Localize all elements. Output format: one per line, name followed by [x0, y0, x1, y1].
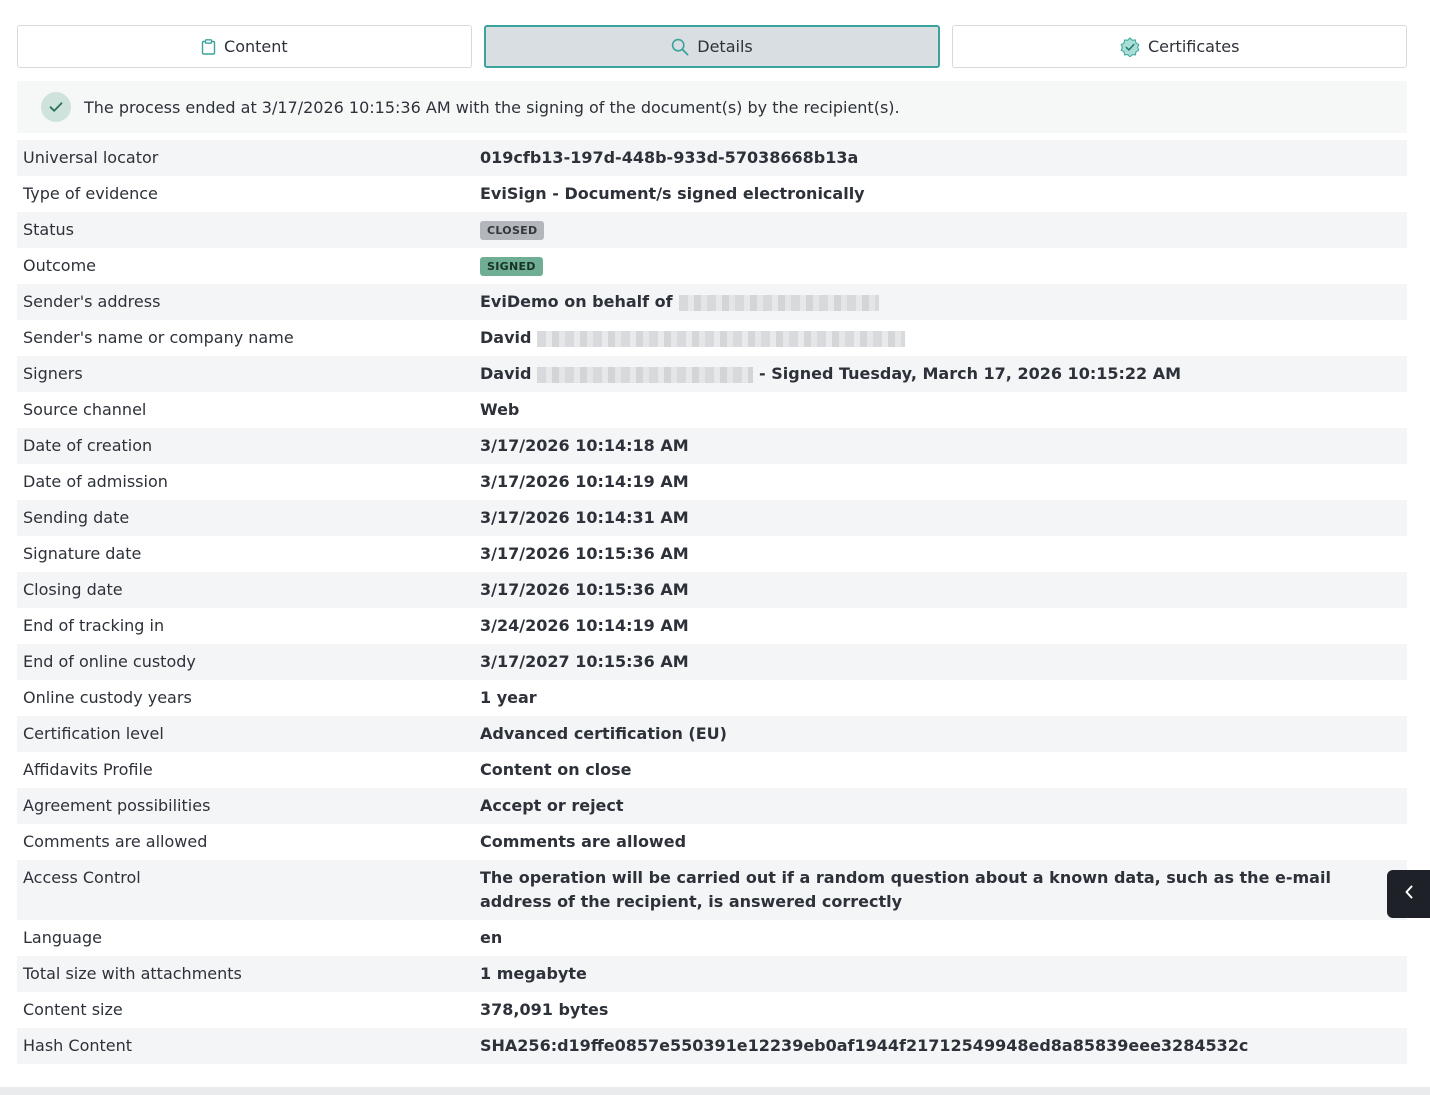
detail-value: en — [480, 928, 503, 947]
detail-label: Hash Content — [23, 1036, 133, 1055]
detail-value: Accept or reject — [480, 796, 624, 815]
detail-label: Universal locator — [23, 148, 159, 167]
detail-label: Sender's name or company name — [23, 328, 294, 347]
detail-label: Access Control — [23, 868, 141, 887]
detail-value: The operation will be carried out if a r… — [480, 868, 1331, 911]
detail-value: Advanced certification (EU) — [480, 724, 727, 743]
detail-label: Content size — [23, 1000, 123, 1019]
detail-value: 1 year — [480, 688, 537, 707]
bottom-divider — [0, 1087, 1430, 1095]
tab-details-label: Details — [697, 37, 753, 56]
detail-label: Sender's address — [23, 292, 161, 311]
tab-bar: Content Details Certificates — [17, 25, 1408, 68]
detail-row-end-of-tracking: End of tracking in 3/24/2026 10:14:19 AM — [17, 608, 1407, 644]
detail-label: Affidavits Profile — [23, 760, 153, 779]
detail-row-content-size: Content size 378,091 bytes — [17, 992, 1407, 1028]
detail-row-source-channel: Source channel Web — [17, 392, 1407, 428]
search-icon — [671, 38, 689, 56]
detail-row-date-of-admission: Date of admission 3/17/2026 10:14:19 AM — [17, 464, 1407, 500]
detail-row-sender-name: Sender's name or company name David — [17, 320, 1407, 356]
signed-timestamp: - Signed Tuesday, March 17, 2026 10:15:2… — [759, 364, 1182, 383]
detail-value: 3/17/2026 10:14:19 AM — [480, 472, 689, 491]
detail-row-outcome: Outcome SIGNED — [17, 248, 1407, 284]
detail-label: Online custody years — [23, 688, 192, 707]
detail-label: Signature date — [23, 544, 142, 563]
outcome-badge: SIGNED — [480, 257, 543, 276]
tab-content[interactable]: Content — [17, 25, 472, 68]
detail-row-sending-date: Sending date 3/17/2026 10:14:31 AM — [17, 500, 1407, 536]
redacted-name — [537, 366, 754, 383]
detail-label: Date of creation — [23, 436, 153, 455]
detail-value: 378,091 bytes — [480, 1000, 609, 1019]
detail-value: 3/17/2026 10:15:36 AM — [480, 580, 689, 599]
tab-details[interactable]: Details — [483, 25, 941, 68]
detail-value: Content on close — [480, 760, 632, 779]
detail-value: SHA256:d19ffe0857e550391e12239eb0af1944f… — [480, 1036, 1249, 1055]
detail-label: Closing date — [23, 580, 123, 599]
detail-label: Outcome — [23, 256, 97, 275]
detail-label: Agreement possibilities — [23, 796, 211, 815]
detail-row-end-of-custody: End of online custody 3/17/2027 10:15:36… — [17, 644, 1407, 680]
detail-value: 1 megabyte — [480, 964, 587, 983]
detail-row-status: Status CLOSED — [17, 212, 1407, 248]
detail-label: End of tracking in — [23, 616, 165, 635]
tab-certificates-label: Certificates — [1147, 37, 1240, 56]
detail-label: Source channel — [23, 400, 147, 419]
detail-value: 3/17/2026 10:15:36 AM — [480, 544, 689, 563]
tab-content-label: Content — [224, 37, 288, 56]
detail-label: Type of evidence — [23, 184, 158, 203]
detail-row-comments-allowed: Comments are allowed Comments are allowe… — [17, 824, 1407, 860]
detail-row-certification-level: Certification level Advanced certificati… — [17, 716, 1407, 752]
detail-row-total-size: Total size with attachments 1 megabyte — [17, 956, 1407, 992]
detail-label: Sending date — [23, 508, 130, 527]
detail-row-access-control: Access Control The operation will be car… — [17, 860, 1407, 920]
detail-row-type-of-evidence: Type of evidence EviSign - Document/s si… — [17, 176, 1407, 212]
detail-value: 019cfb13-197d-448b-933d-57038668b13a — [480, 148, 859, 167]
detail-value: Comments are allowed — [480, 832, 687, 851]
detail-row-signers: Signers David - Signed Tuesday, March 17… — [17, 356, 1407, 392]
detail-row-agreement-possibilities: Agreement possibilities Accept or reject — [17, 788, 1407, 824]
detail-row-signature-date: Signature date 3/17/2026 10:15:36 AM — [17, 536, 1407, 572]
detail-value: EviSign - Document/s signed electronical… — [480, 184, 865, 203]
detail-label: Certification level — [23, 724, 164, 743]
detail-row-custody-years: Online custody years 1 year — [17, 680, 1407, 716]
redacted-name — [537, 330, 906, 347]
check-icon — [41, 92, 71, 122]
detail-row-hash-content: Hash Content SHA256:d19ffe0857e550391e12… — [17, 1028, 1407, 1064]
detail-row-date-of-creation: Date of creation 3/17/2026 10:14:18 AM — [17, 428, 1407, 464]
detail-row-closing-date: Closing date 3/17/2026 10:15:36 AM — [17, 572, 1407, 608]
detail-label: Language — [23, 928, 102, 947]
certificate-badge-icon — [1120, 36, 1140, 57]
detail-value: 3/17/2026 10:14:31 AM — [480, 508, 689, 527]
detail-label: Comments are allowed — [23, 832, 208, 851]
details-table: Universal locator 019cfb13-197d-448b-933… — [17, 140, 1407, 1064]
detail-label: Signers — [23, 364, 83, 383]
redacted-email — [678, 294, 879, 311]
clipboard-icon — [201, 38, 216, 55]
detail-label: Total size with attachments — [23, 964, 242, 983]
detail-value: 3/24/2026 10:14:19 AM — [480, 616, 689, 635]
detail-label: End of online custody — [23, 652, 196, 671]
evidence-details-page: Content Details Certificates The process… — [0, 0, 1430, 1095]
detail-label: Status — [23, 220, 74, 239]
process-ended-banner: The process ended at 3/17/2026 10:15:36 … — [17, 81, 1407, 133]
banner-text: The process ended at 3/17/2026 10:15:36 … — [84, 97, 900, 117]
detail-value: David — [480, 328, 532, 347]
detail-value: 3/17/2027 10:15:36 AM — [480, 652, 689, 671]
detail-value: EviDemo on behalf of — [480, 292, 673, 311]
detail-value: David — [480, 364, 532, 383]
detail-row-universal-locator: Universal locator 019cfb13-197d-448b-933… — [17, 140, 1407, 176]
detail-row-language: Language en — [17, 920, 1407, 956]
side-panel-toggle-button[interactable] — [1387, 870, 1430, 918]
detail-value: Web — [480, 400, 520, 419]
detail-row-sender-address: Sender's address EviDemo on behalf of — [17, 284, 1407, 320]
status-badge: CLOSED — [480, 221, 545, 240]
detail-value: 3/17/2026 10:14:18 AM — [480, 436, 689, 455]
tab-certificates[interactable]: Certificates — [952, 25, 1408, 68]
detail-label: Date of admission — [23, 472, 168, 491]
chevron-left-icon — [1403, 884, 1415, 904]
detail-row-affidavits-profile: Affidavits Profile Content on close — [17, 752, 1407, 788]
